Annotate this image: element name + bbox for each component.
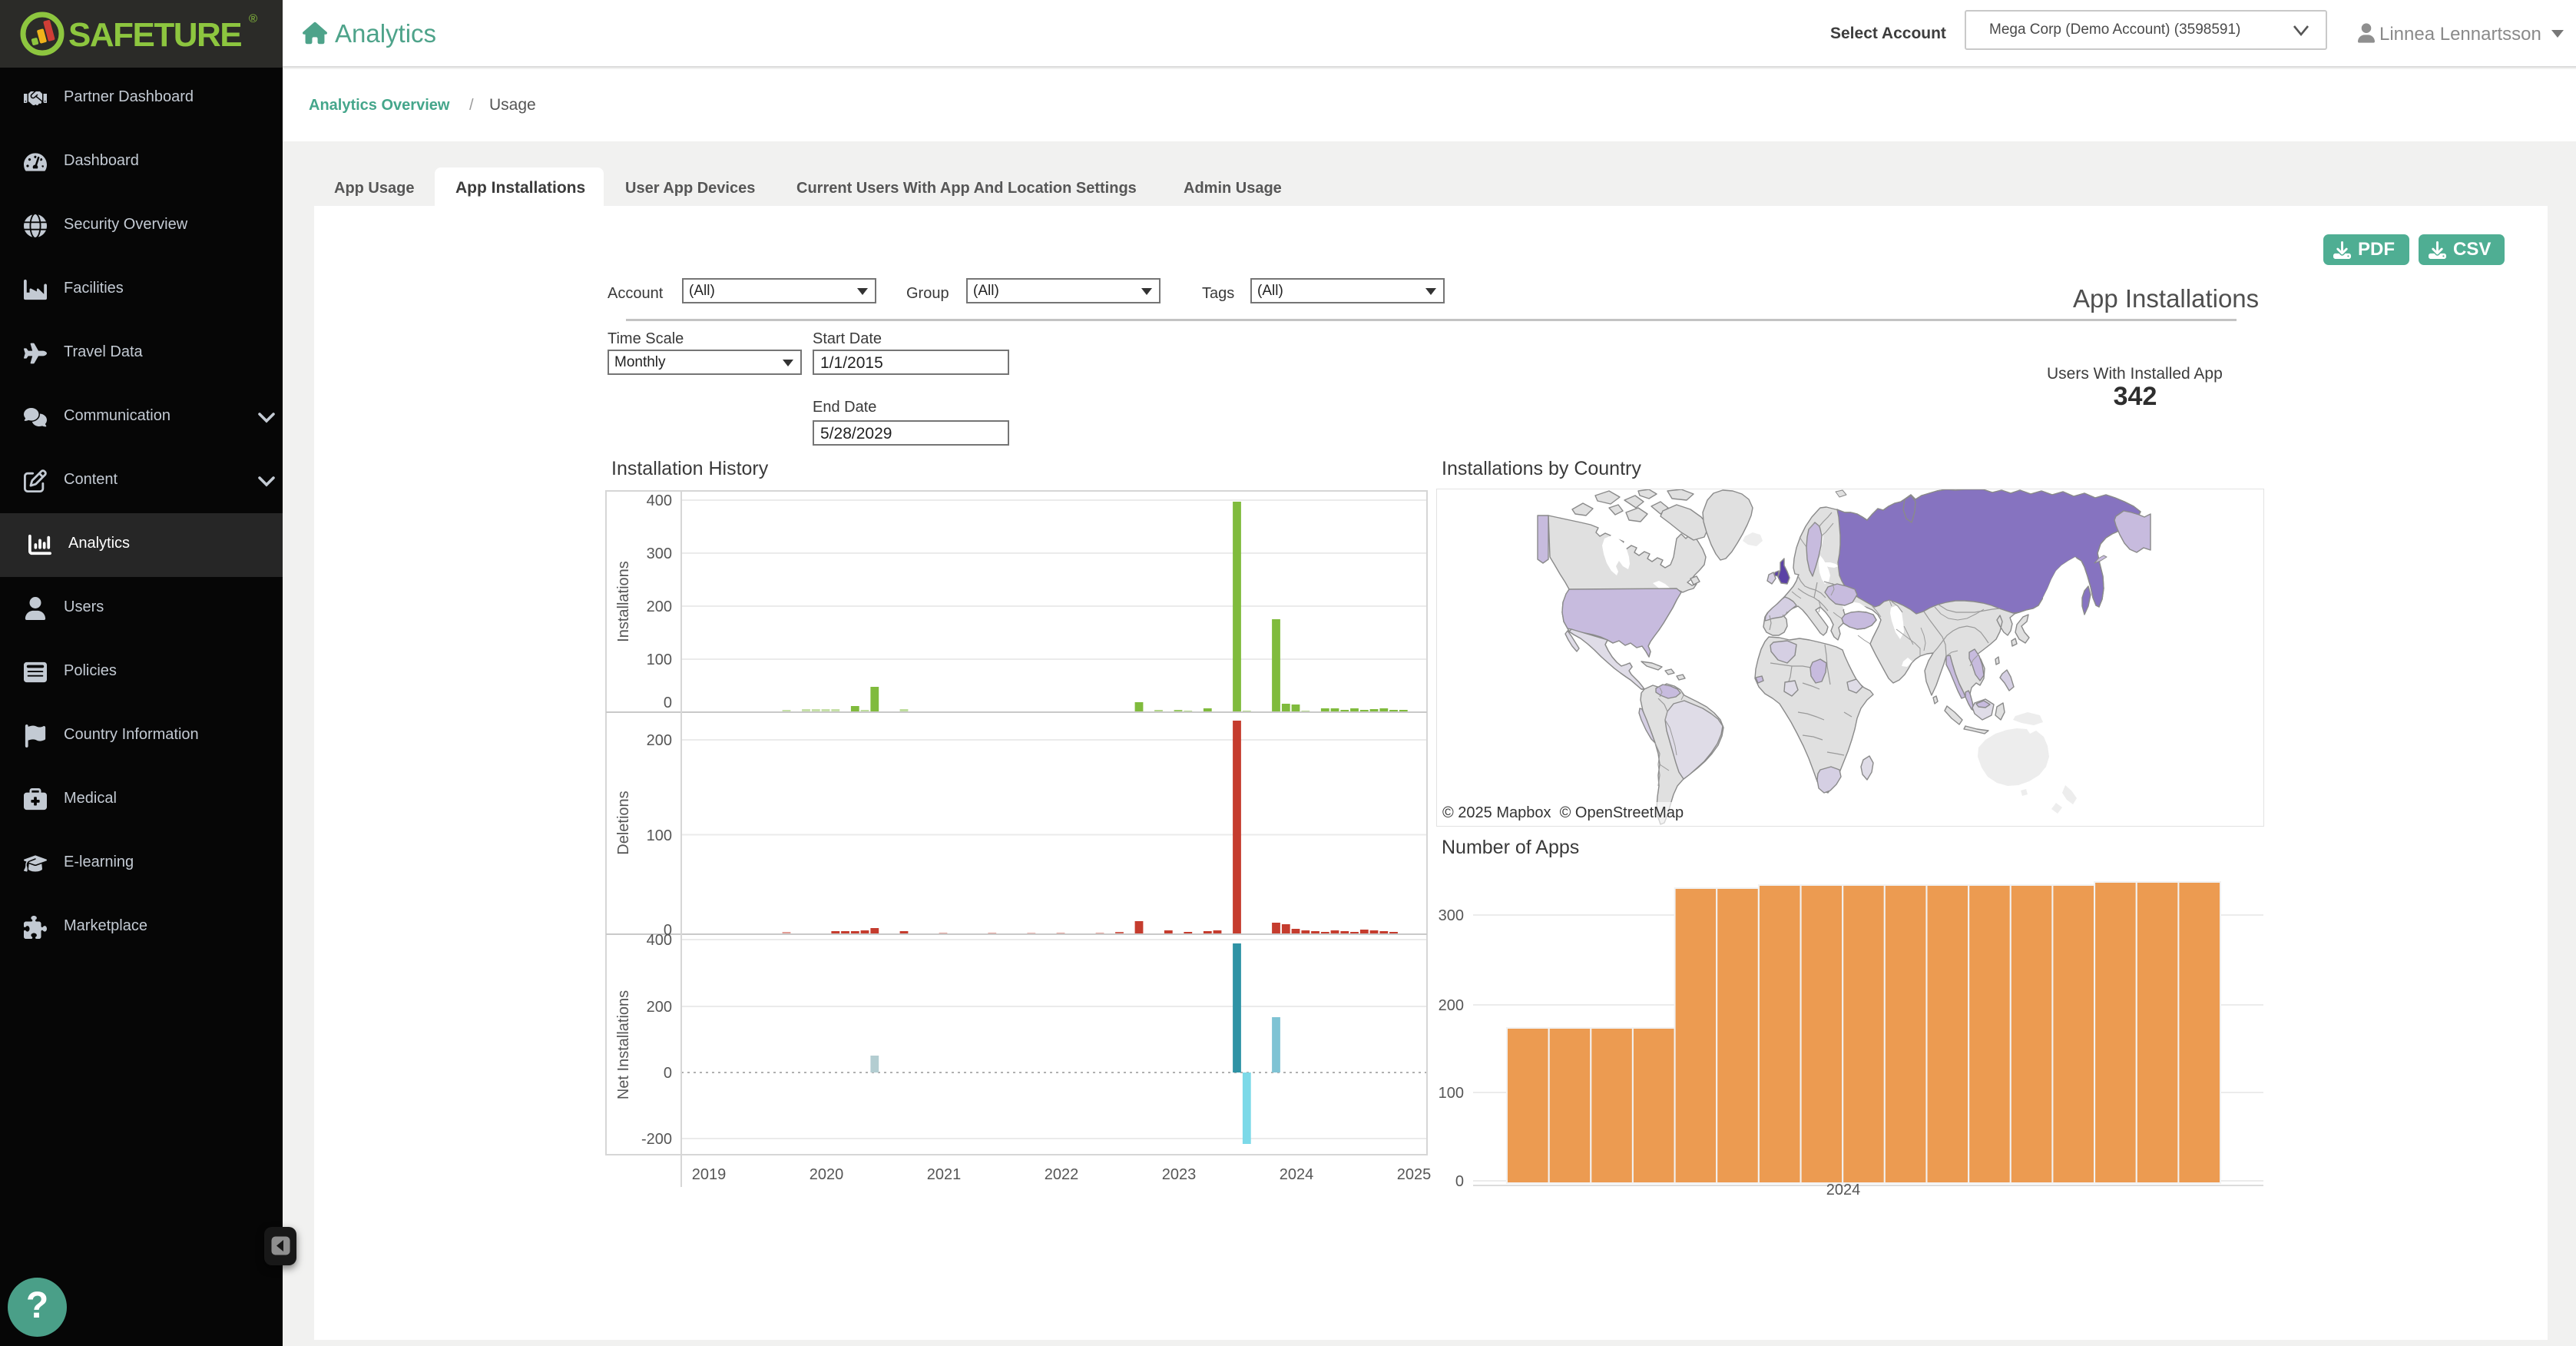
svg-text:300: 300 bbox=[1439, 907, 1464, 924]
svg-text:100: 100 bbox=[1439, 1085, 1464, 1102]
svg-text:2024: 2024 bbox=[1826, 1182, 1861, 1198]
svg-text:0: 0 bbox=[1455, 1173, 1464, 1190]
svg-text:200: 200 bbox=[1439, 997, 1464, 1014]
